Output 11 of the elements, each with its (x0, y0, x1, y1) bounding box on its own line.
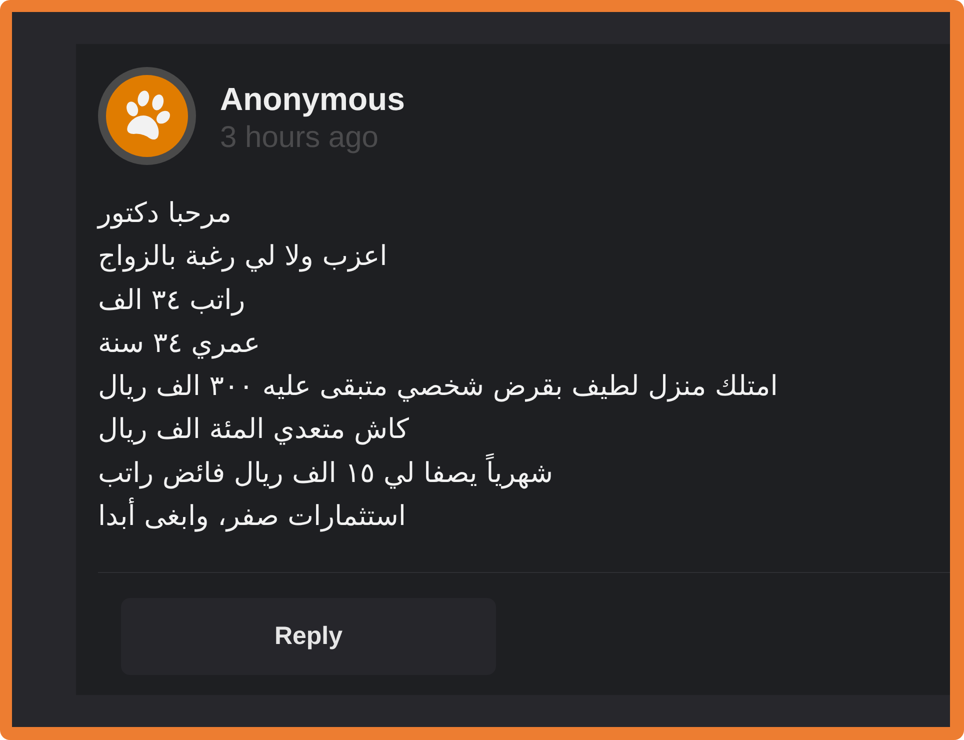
comment-text-line: استثمارات صفر، وابغى أبدا (98, 495, 406, 538)
comment-text-line: عمري ٣٤ سنة (98, 326, 260, 361)
comment-text-line: راتب ٣٤ الف (98, 282, 246, 318)
author-name: Anonymous (220, 80, 405, 119)
reply-button[interactable]: Reply (121, 598, 496, 676)
paw-avatar-icon (98, 67, 196, 165)
comment-text-line: اعزب ولا لي رغبة بالزواج (98, 239, 388, 274)
comment-text-line: مرحبا دكتور (98, 196, 232, 231)
comment-text-line: كاش متعدي المئة الف ريال (98, 412, 409, 448)
comment-text-line: شهرياً يصفا لي ١٥ الف ريال فائض راتب (98, 452, 553, 496)
comment-text-line: امتلك منزل لطيف بقرض شخصي متبقى عليه ٣٠٠ الف ريال (98, 369, 778, 404)
